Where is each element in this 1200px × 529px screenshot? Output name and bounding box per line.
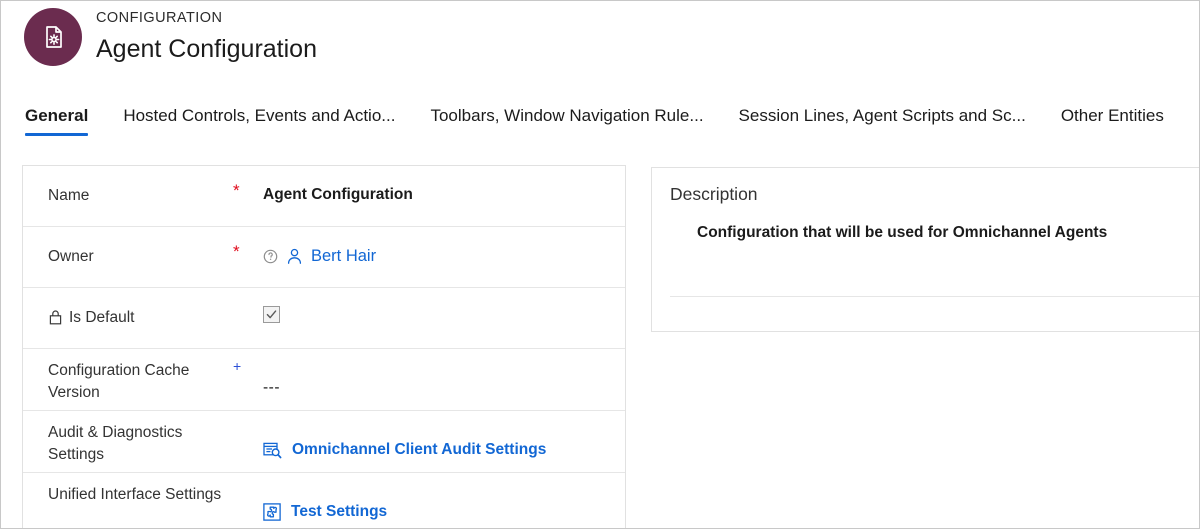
field-label-is-default: Is Default bbox=[23, 288, 233, 332]
description-value[interactable]: Configuration that will be used for Omni… bbox=[697, 222, 1199, 244]
field-marker-audit-diagnostics-settings bbox=[233, 411, 263, 420]
description-panel: Description Configuration that will be u… bbox=[651, 167, 1199, 332]
field-value-is-default bbox=[263, 288, 625, 323]
field-row-unified-interface-settings: Unified Interface Settings Test Settings bbox=[23, 473, 625, 528]
tab-other-entities[interactable]: Other Entities bbox=[1061, 105, 1164, 136]
puzzle-piece-icon bbox=[263, 503, 281, 521]
header-text-block: CONFIGURATION Agent Configuration bbox=[96, 8, 317, 66]
document-gear-icon bbox=[39, 23, 67, 51]
field-row-name: Name * Agent Configuration bbox=[23, 166, 625, 227]
field-marker-unified-interface-settings bbox=[233, 473, 263, 482]
field-required-marker-name: * bbox=[233, 181, 240, 200]
description-label: Description bbox=[670, 184, 758, 204]
is-default-checkbox[interactable] bbox=[263, 306, 280, 323]
field-label-configuration-cache-version: Configuration Cache Version bbox=[48, 362, 190, 401]
field-value-owner: Bert Hair bbox=[263, 227, 625, 267]
form-tab-strip: General Hosted Controls, Events and Acti… bbox=[1, 105, 1199, 149]
tab-hosted-controls[interactable]: Hosted Controls, Events and Actio... bbox=[123, 105, 395, 136]
field-label-owner: Owner bbox=[48, 248, 94, 265]
description-divider bbox=[670, 296, 1199, 297]
field-required-marker-owner: * bbox=[233, 242, 240, 261]
agent-configuration-form-page: CONFIGURATION Agent Configuration Genera… bbox=[0, 0, 1200, 529]
tab-general[interactable]: General bbox=[25, 105, 89, 136]
field-row-owner: Owner * Bert Hair bbox=[23, 227, 625, 288]
lock-icon bbox=[48, 309, 63, 332]
audit-settings-link[interactable]: Omnichannel Client Audit Settings bbox=[292, 439, 546, 461]
field-row-is-default: Is Default bbox=[23, 288, 625, 349]
entity-avatar bbox=[24, 8, 82, 66]
unified-interface-settings-link[interactable]: Test Settings bbox=[291, 501, 387, 523]
tab-session-lines[interactable]: Session Lines, Agent Scripts and Sc... bbox=[739, 105, 1026, 136]
field-value-configuration-cache-version[interactable]: --- bbox=[263, 349, 625, 399]
info-circle-icon[interactable] bbox=[263, 249, 278, 264]
person-icon bbox=[285, 247, 304, 266]
general-fields-panel: Name * Agent Configuration Owner * Bert … bbox=[22, 165, 626, 528]
entity-type-label: CONFIGURATION bbox=[96, 10, 223, 26]
field-label-unified-interface-settings: Unified Interface Settings bbox=[48, 486, 222, 503]
field-label-audit-diagnostics-settings: Audit & Diagnostics Settings bbox=[48, 424, 183, 463]
field-label-name: Name bbox=[48, 187, 90, 204]
field-row-configuration-cache-version: Configuration Cache Version + --- bbox=[23, 349, 625, 411]
field-value-audit-diagnostics-settings: Omnichannel Client Audit Settings bbox=[263, 411, 625, 461]
field-required-marker-is-default bbox=[233, 288, 263, 305]
audit-list-icon bbox=[263, 442, 282, 459]
field-value-unified-interface-settings: Test Settings bbox=[263, 473, 625, 523]
tab-toolbars[interactable]: Toolbars, Window Navigation Rule... bbox=[430, 105, 703, 136]
page-header: CONFIGURATION Agent Configuration bbox=[1, 1, 1199, 101]
page-title: Agent Configuration bbox=[96, 35, 317, 63]
owner-link[interactable]: Bert Hair bbox=[311, 245, 376, 267]
field-row-audit-diagnostics-settings: Audit & Diagnostics Settings Omnichannel… bbox=[23, 411, 625, 473]
field-value-name[interactable]: Agent Configuration bbox=[263, 166, 625, 206]
field-optional-marker-configuration-cache-version: + bbox=[233, 358, 242, 374]
